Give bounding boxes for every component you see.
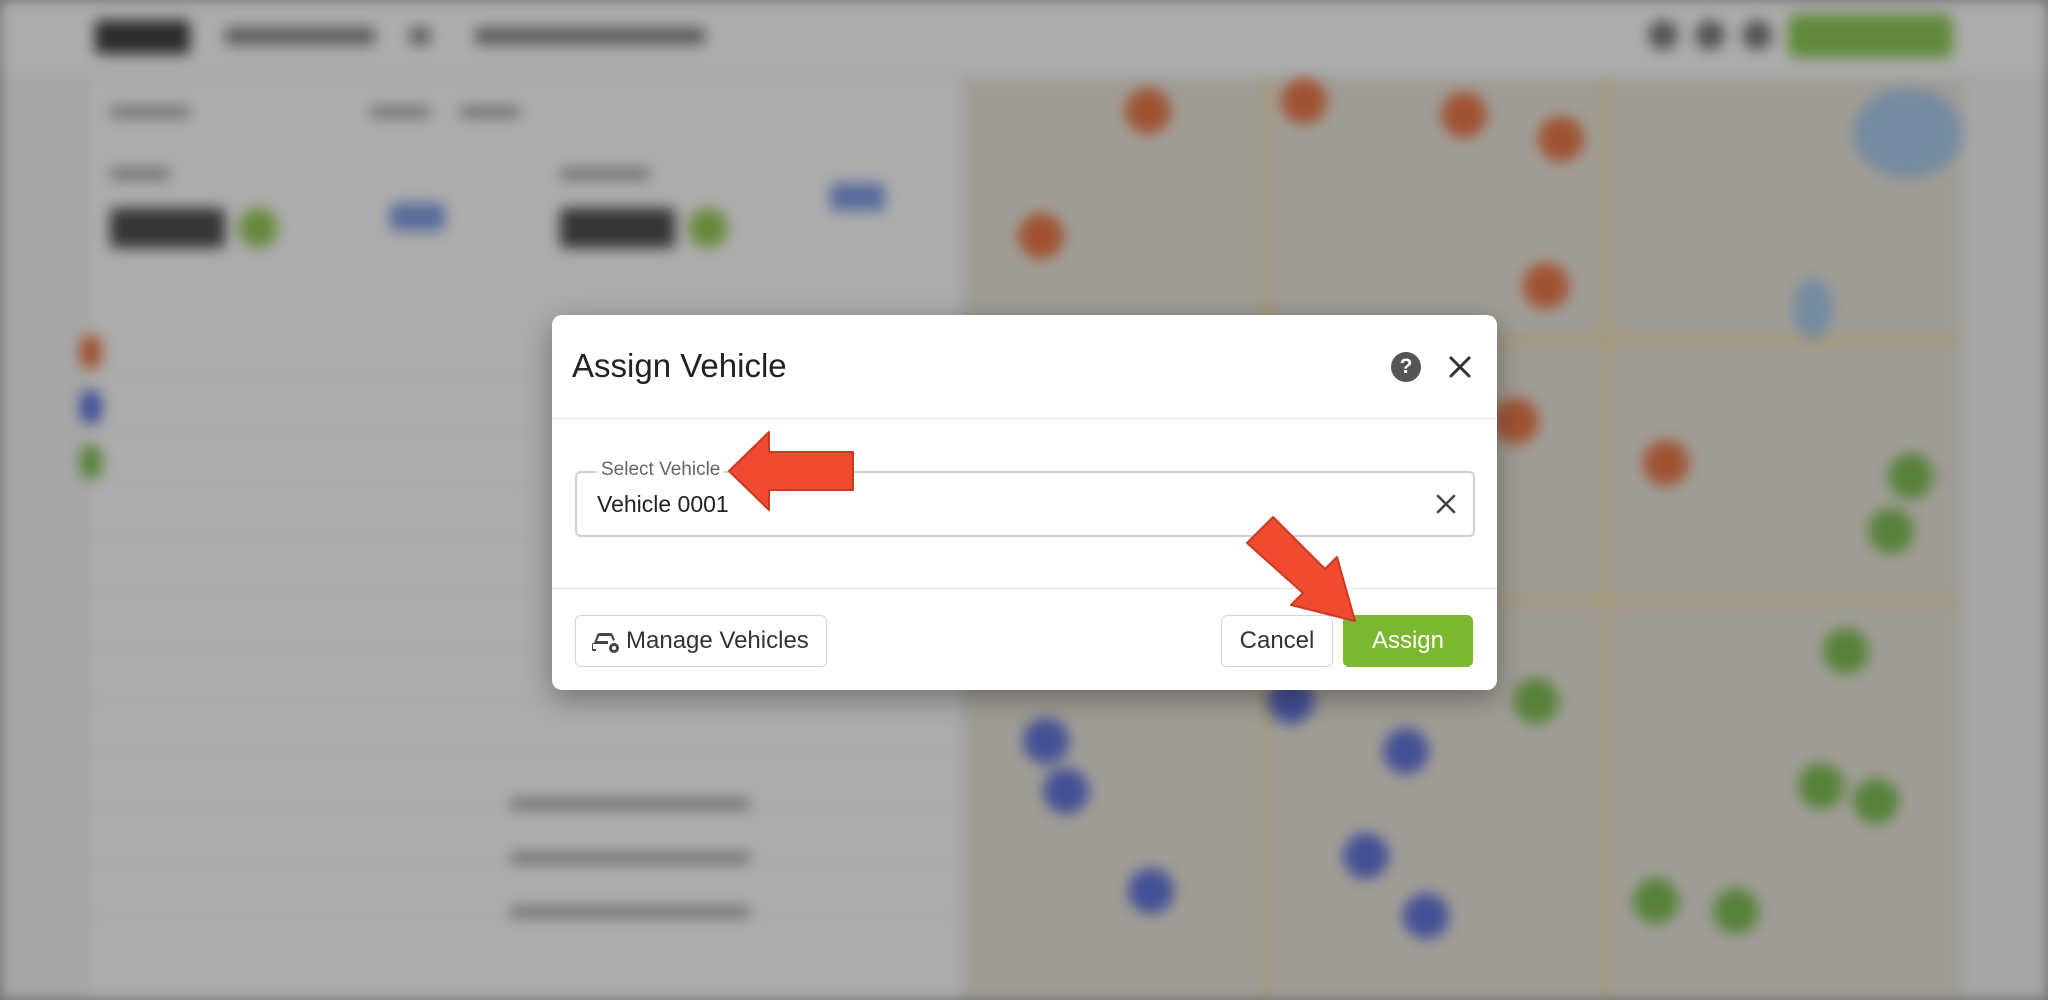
clear-icon[interactable] <box>1432 490 1460 518</box>
dialog-title: Assign Vehicle <box>572 347 787 384</box>
close-icon[interactable] <box>1442 349 1478 385</box>
manage-vehicles-button[interactable]: Manage Vehicles <box>575 615 827 667</box>
select-vehicle-label: Select Vehicle <box>597 459 725 481</box>
select-vehicle-value[interactable]: Vehicle 0001 <box>597 491 729 518</box>
manage-vehicles-label: Manage Vehicles <box>626 627 809 654</box>
assign-button[interactable]: Assign <box>1343 615 1473 667</box>
left-pointing-arrow-icon <box>728 431 854 511</box>
question-circle-icon[interactable]: ? <box>1391 352 1421 382</box>
assign-vehicle-dialog: Assign Vehicle ? Select Vehicle Vehicle … <box>552 315 1497 690</box>
dialog-header: Assign Vehicle ? <box>552 315 1497 419</box>
car-gear-icon <box>592 633 619 653</box>
down-right-arrow-icon <box>1246 516 1356 622</box>
